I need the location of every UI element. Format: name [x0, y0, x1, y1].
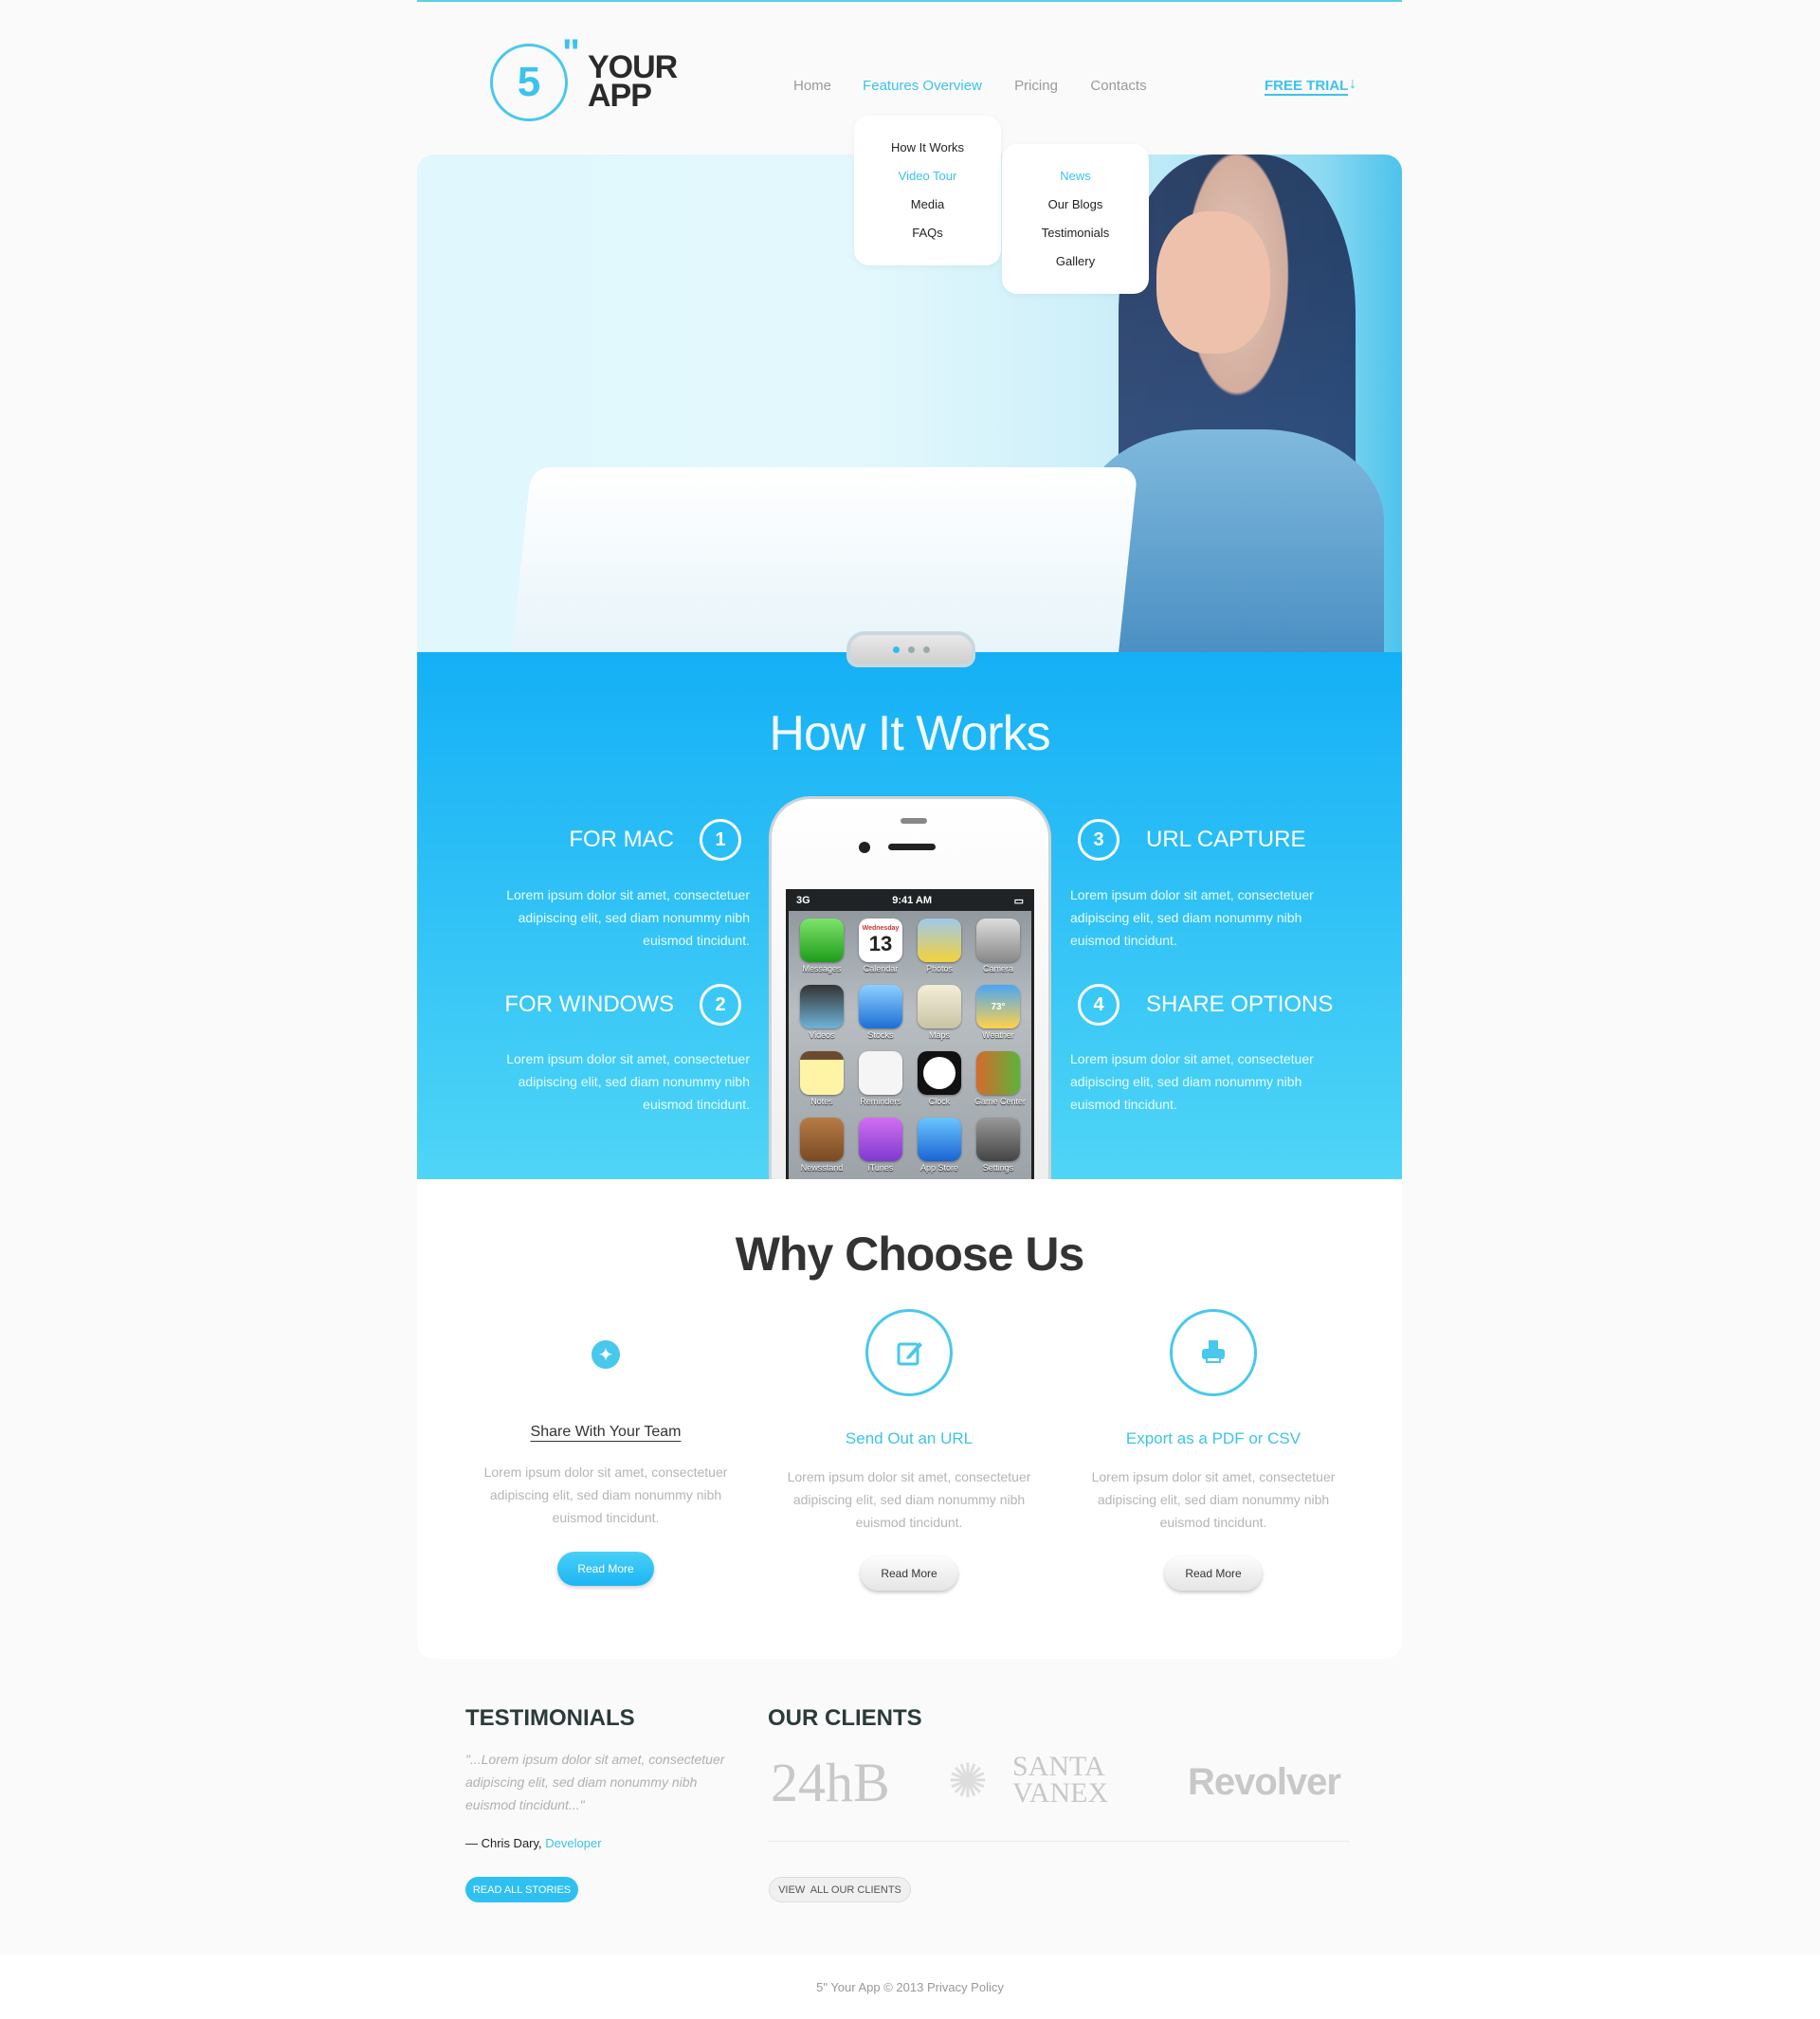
logo-circle: 5 [490, 44, 568, 121]
feature-title-link[interactable]: Export as a PDF or CSV [1126, 1429, 1301, 1448]
carrier-label: 3G [796, 895, 810, 906]
sunburst-icon: ✺ [948, 1755, 988, 1808]
step-number-badge: 1 [700, 819, 741, 861]
slider-pagination [846, 631, 975, 667]
app-icon: Clock [916, 1051, 963, 1106]
footer-text: 5" Your App © 2013 Privacy Policy [816, 1980, 1004, 1994]
step-text: Lorem ipsum dolor sit amet, consectetuer… [506, 1051, 750, 1112]
dropdown-item-faqs[interactable]: FAQs [854, 226, 1001, 240]
nav-pricing[interactable]: Pricing [1014, 78, 1058, 94]
feature-icon-circle [865, 1309, 953, 1396]
feature-text: Lorem ipsum dolor sit amet, consectetuer… [1091, 1469, 1336, 1530]
author-role[interactable]: Developer [545, 1836, 601, 1850]
globe-icon: ✦ [592, 1340, 620, 1369]
free-trial-link[interactable]: FREE TRIAL [1265, 78, 1349, 96]
printer-icon [1202, 1340, 1225, 1363]
slider-dot[interactable] [892, 646, 900, 653]
phone-mockup: 3G 9:41 AM ▭ Messages Wednesday 13 Calendar Ph… [769, 796, 1051, 1179]
dropdown-item-media[interactable]: Media [854, 197, 1001, 211]
view-all-clients-button[interactable]: VIEW ALL OUR CLIENTS [769, 1877, 911, 1902]
step-text: Lorem ipsum dolor sit amet, consectetuer… [1070, 1051, 1314, 1112]
slider-dot[interactable] [907, 646, 915, 653]
slider-dot[interactable] [922, 646, 930, 653]
author-name: — Chris Dary, [465, 1836, 542, 1850]
logo-number: 5 [517, 59, 541, 105]
read-all-stories-button[interactable]: READ ALL STORIES [465, 1877, 578, 1902]
app-icon: Messages [798, 919, 846, 973]
dropdown-item-testimonials[interactable]: Testimonials [1002, 226, 1149, 240]
feature-text: Lorem ipsum dolor sit amet, consectetuer… [483, 1464, 728, 1525]
app-icon: Videos [798, 985, 846, 1040]
dropdown-item-our-blogs[interactable]: Our Blogs [1002, 197, 1149, 211]
app-icon: Game Center [974, 1051, 1026, 1106]
footer: 5" Your App © 2013 Privacy Policy [0, 1955, 1820, 2019]
client-logo-revolver[interactable]: Revolver [1188, 1761, 1341, 1804]
client-logo-santa-vanex[interactable]: SANTA VANEX [1012, 1753, 1131, 1808]
divider [768, 1841, 1350, 1842]
dropdown-item-video-tour[interactable]: Video Tour [854, 169, 1001, 183]
feature-title-link[interactable]: Share With Your Team [530, 1424, 682, 1442]
step-text: Lorem ipsum dolor sit amet, consectetuer… [1070, 887, 1314, 948]
step-title: FOR WINDOWS [504, 991, 674, 1017]
dropdown-item-news[interactable]: News [1002, 169, 1149, 183]
app-icon: Photos [916, 919, 963, 973]
read-more-button[interactable]: Read More [861, 1556, 957, 1591]
app-icon: Reminders [857, 1051, 904, 1106]
section-title: Why Choose Us [735, 1228, 1085, 1281]
read-more-button[interactable]: Read More [557, 1552, 654, 1586]
app-icon: Stocks [857, 985, 904, 1040]
feature-title-link[interactable]: Send Out an URL [846, 1429, 973, 1448]
nav-features-overview[interactable]: Features Overview [863, 78, 982, 94]
step-number-badge: 4 [1078, 984, 1119, 1026]
logo-text: YOUR APP [588, 49, 678, 114]
step-title: FOR MAC [569, 827, 674, 852]
app-icon: 73° Weather [974, 985, 1022, 1040]
app-icon: Notes [798, 1051, 846, 1106]
testimonial-author: — Chris Dary, Developer [465, 1836, 602, 1850]
app-icon: Wednesday 13 Calendar [857, 919, 904, 973]
client-logo-24hb[interactable]: 24hB [771, 1755, 890, 1810]
top-accent-line [417, 0, 1402, 2]
dropdown-submenu: News Our Blogs Testimonials Gallery [1002, 144, 1149, 294]
nav-contacts[interactable]: Contacts [1090, 78, 1146, 94]
nav-home[interactable]: Home [793, 78, 831, 94]
step-title: SHARE OPTIONS [1146, 991, 1334, 1017]
testimonials-heading: TESTIMONIALS [465, 1705, 635, 1731]
dropdown-item-how-it-works[interactable]: How It Works [854, 140, 1001, 155]
step-title: URL CAPTURE [1146, 827, 1306, 852]
step-text: Lorem ipsum dolor sit amet, consectetuer… [506, 887, 750, 948]
app-icon: Camera [974, 919, 1022, 973]
dropdown-features: How It Works Video Tour Media FAQs [854, 116, 1001, 265]
app-icon: App Store [916, 1118, 963, 1173]
feature-text: Lorem ipsum dolor sit amet, consectetuer… [787, 1469, 1031, 1530]
testimonial-quote: "...Lorem ipsum dolor sit amet, consecte… [465, 1752, 725, 1812]
edit-icon [897, 1342, 922, 1366]
how-it-works-section: How It Works FOR MAC 1 Lorem ipsum dolor… [417, 652, 1402, 1179]
dropdown-item-gallery[interactable]: Gallery [1002, 254, 1149, 268]
arrow-down-icon: ↓ [1349, 76, 1356, 92]
phone-screen: 3G 9:41 AM ▭ Messages Wednesday 13 Calendar Ph… [786, 889, 1034, 1179]
clock-label: 9:41 AM [892, 895, 933, 906]
read-more-button[interactable]: Read More [1165, 1556, 1262, 1591]
app-icon: iTunes [857, 1118, 904, 1173]
step-number-badge: 2 [700, 984, 741, 1026]
section-title: How It Works [769, 706, 1050, 761]
feature-icon-circle [1170, 1309, 1257, 1396]
step-number-badge: 3 [1078, 819, 1119, 861]
app-icon: Newsstand [798, 1118, 846, 1173]
clients-heading: OUR CLIENTS [768, 1705, 922, 1731]
why-choose-us-section: Why Choose Us ✦ Share With Your Team Sen… [417, 1179, 1402, 1659]
app-icon: Maps [916, 985, 963, 1040]
app-icon: Settings [974, 1118, 1022, 1173]
logo-quote: " [562, 32, 580, 74]
